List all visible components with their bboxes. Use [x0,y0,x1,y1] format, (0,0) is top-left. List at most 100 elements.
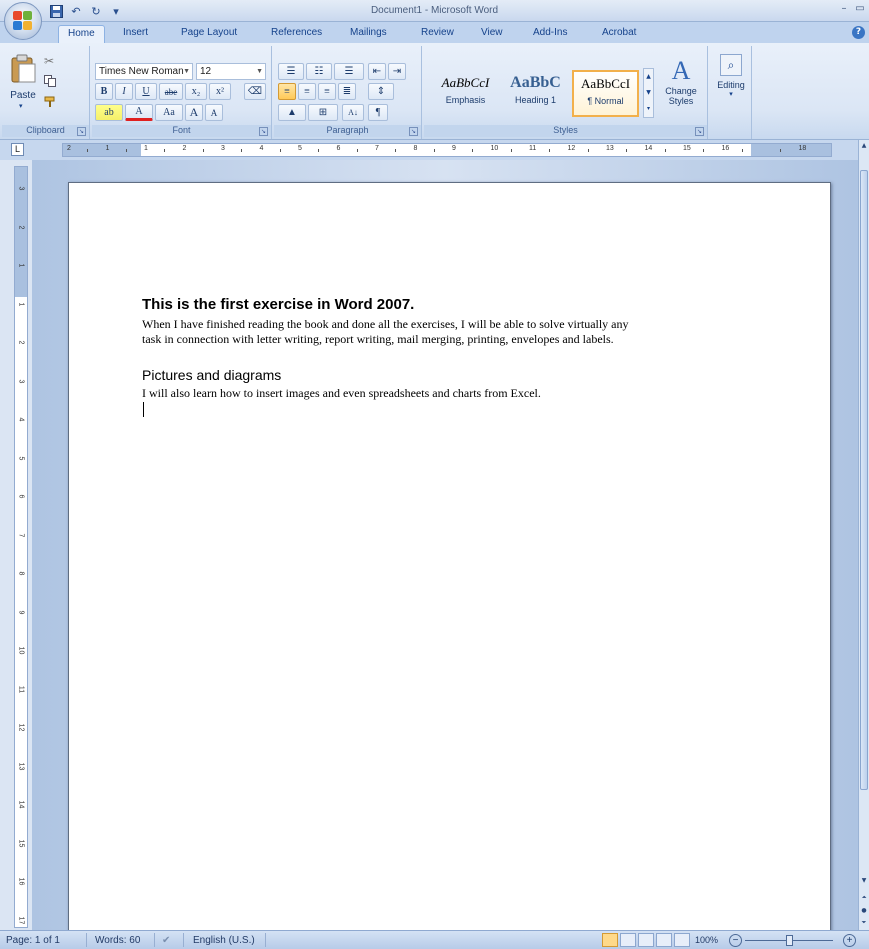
line-spacing-icon[interactable]: ⇕ [368,83,394,100]
ruler-tick [626,149,627,152]
window-title: Document1 - Microsoft Word [370,5,499,16]
select-browse-object-icon[interactable]: ● [859,905,869,916]
document-paragraph-1[interactable]: When I have finished reading the book an… [142,317,742,346]
tab-references[interactable]: References [262,25,331,43]
tab-mailings[interactable]: Mailings [341,25,396,43]
paste-button[interactable]: Paste ▾ [6,52,40,112]
subscript-button[interactable]: x₂ [185,83,207,100]
document-page[interactable]: This is the first exercise in Word 2007.… [68,182,831,930]
ruler-number: 17 [17,916,25,924]
tab-selector[interactable]: L [11,143,24,156]
ruler-tick [279,149,281,152]
style-emphasis[interactable]: AaBbCcI Emphasis [432,70,499,117]
format-painter-icon[interactable] [44,96,56,108]
style-normal[interactable]: AaBbCcI ¶ Normal [572,70,639,117]
clear-formatting-icon[interactable]: ⌫ [244,83,266,100]
style-heading-1[interactable]: AaBbC Heading 1 [502,70,569,117]
shrink-font-button[interactable]: A [205,104,223,121]
ruler-number: 4 [17,417,25,422]
previous-page-icon[interactable]: ⏶ [859,892,869,903]
document-heading[interactable]: This is the first exercise in Word 2007. [142,296,414,313]
proofing-icon[interactable]: ✔ [162,935,170,946]
outline-view-icon[interactable] [656,933,672,947]
font-color-button[interactable]: A [125,104,153,121]
align-center-icon[interactable]: ≡ [298,83,316,100]
next-page-icon[interactable]: ⏷ [859,917,869,928]
status-separator [154,933,155,947]
horizontal-ruler[interactable]: 2 1 1 2 3 4 5 6 7 8 9 10 11 12 13 14 15 16 18 [62,143,832,157]
ruler-tick [549,149,550,152]
paragraph-group: ☰ ☷ ☰ ⇤ ⇥ ≡ ≡ ≡ ≣ ⇕ ▲ ⊞ A↓ ¶ Paragraph ↘ [274,46,422,139]
tab-insert[interactable]: Insert [114,25,157,43]
increase-indent-icon[interactable]: ⇥ [388,63,406,80]
clipboard-launcher-icon[interactable]: ↘ [77,127,86,136]
tab-review[interactable]: Review [412,25,463,43]
italic-button[interactable]: I [115,83,133,100]
web-layout-view-icon[interactable] [638,933,654,947]
highlight-button[interactable]: ab [95,104,123,121]
font-launcher-icon[interactable]: ↘ [259,127,268,136]
superscript-button[interactable]: x² [209,83,231,100]
shading-icon[interactable]: ▲ [278,104,306,121]
tab-view[interactable]: View [472,25,512,43]
multilevel-list-icon[interactable]: ☰ [334,63,364,80]
ruler-number: 2 [17,340,25,345]
numbering-icon[interactable]: ☷ [306,63,332,80]
help-icon[interactable]: ? [852,26,865,39]
maximize-icon[interactable]: ▭ [853,2,867,16]
language-indicator[interactable]: English (U.S.) [193,935,255,946]
tab-home[interactable]: Home [58,25,105,43]
decrease-indent-icon[interactable]: ⇤ [368,63,386,80]
grow-font-button[interactable]: A [185,104,203,121]
borders-icon[interactable]: ⊞ [308,104,338,121]
page-count[interactable]: Page: 1 of 1 [6,935,60,946]
editing-button[interactable]: ⌕ Editing ▾ [714,50,748,114]
copy-icon[interactable] [44,75,56,87]
full-screen-reading-view-icon[interactable] [620,933,636,947]
font-family-combo[interactable]: Times New Roman ▼ [95,63,193,80]
style-normal-sample: AaBbCcI [580,76,631,91]
bold-button[interactable]: B [95,83,113,100]
document-subheading[interactable]: Pictures and diagrams [142,367,281,383]
show-formatting-button[interactable]: ¶ [368,104,388,121]
zoom-in-button[interactable]: + [843,934,856,947]
scroll-up-icon[interactable]: ▲ [859,140,869,151]
tab-page-layout[interactable]: Page Layout [172,25,246,43]
vertical-scrollbar[interactable]: ▲ ▼ ⏶ ● ⏷ [858,140,869,930]
styles-scroll[interactable]: ▲ ▼ ▾ [643,68,654,118]
document-paragraph-2[interactable]: I will also learn how to insert images a… [142,386,742,401]
font-size-combo[interactable]: 12 ▼ [196,63,266,80]
styles-launcher-icon[interactable]: ↘ [695,127,704,136]
ruler-number: 8 [413,145,418,152]
minimize-icon[interactable]: – [837,2,851,16]
zoom-slider-thumb[interactable] [786,935,793,946]
print-layout-view-icon[interactable] [602,933,618,947]
align-right-icon[interactable]: ≡ [318,83,336,100]
change-styles-button[interactable]: A Change Styles [658,56,704,124]
font-family-value: Times New Roman [99,66,184,77]
ruler-right-margin [751,144,831,156]
strikethrough-button[interactable]: abe [159,83,183,100]
word-count[interactable]: Words: 60 [95,935,140,946]
draft-view-icon[interactable] [674,933,690,947]
style-emphasis-name: Emphasis [445,95,486,105]
paragraph-launcher-icon[interactable]: ↘ [409,127,418,136]
tab-acrobat[interactable]: Acrobat [593,25,645,43]
office-button[interactable] [4,2,42,40]
scrollbar-thumb[interactable] [860,170,868,790]
sort-button[interactable]: A↓ [342,104,364,121]
cut-icon[interactable]: ✂ [44,54,54,68]
scroll-down-icon[interactable]: ▼ [859,875,869,886]
underline-button[interactable]: U [135,83,157,100]
ruler-number: 1 [144,145,148,152]
align-left-icon[interactable]: ≡ [278,83,296,100]
change-case-button[interactable]: Aa [155,104,183,121]
vertical-ruler[interactable]: 3 2 1 1 2 3 4 5 6 7 8 9 10 11 12 13 14 15 16 17 [14,166,28,928]
justify-icon[interactable]: ≣ [338,83,356,100]
ruler-number: 4 [259,145,264,152]
ruler-tick [202,149,204,152]
bullets-icon[interactable]: ☰ [278,63,304,80]
zoom-out-button[interactable]: − [729,934,742,947]
zoom-level[interactable]: 100% [695,935,718,945]
tab-add-ins[interactable]: Add-Ins [524,25,576,43]
